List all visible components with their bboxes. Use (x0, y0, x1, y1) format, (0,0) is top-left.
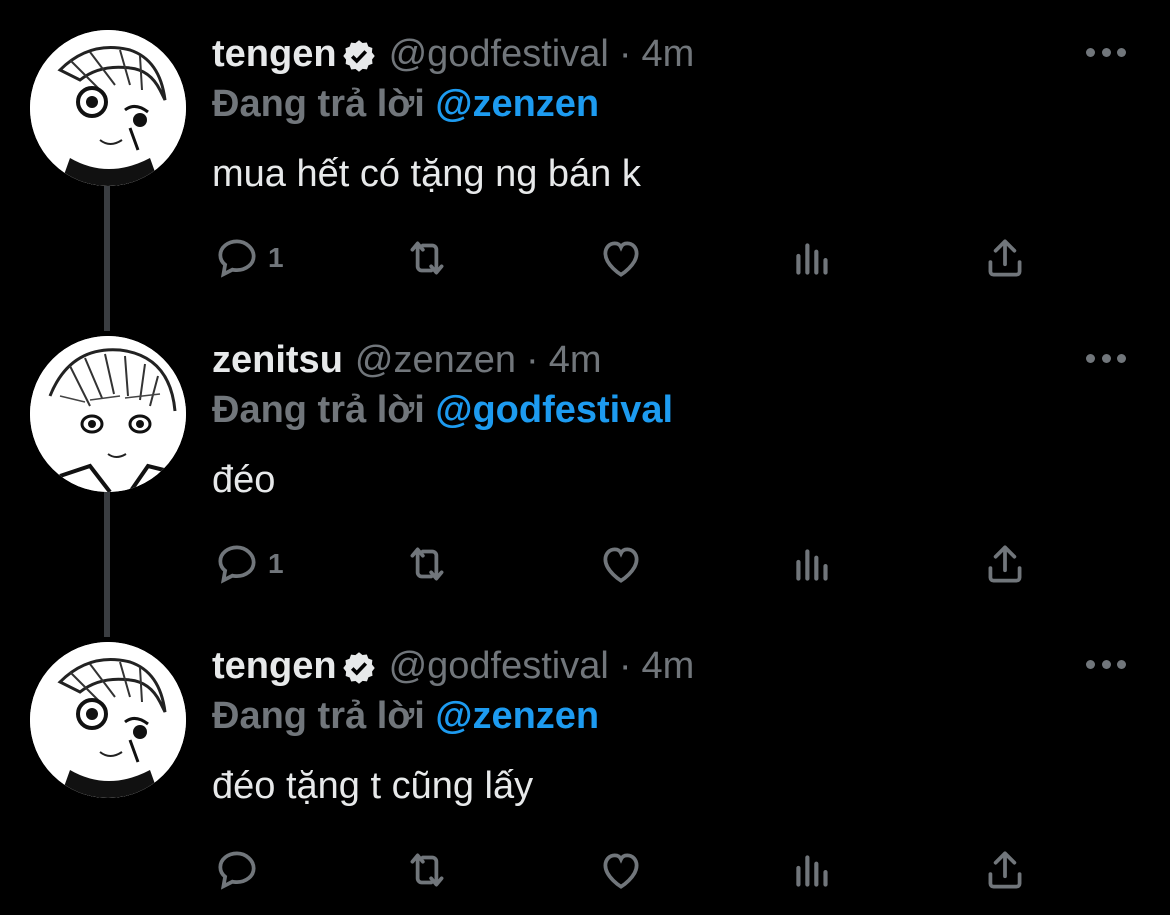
share-upload-icon (988, 239, 1022, 277)
avatar-column (30, 642, 186, 798)
tweet-text: mua hết có tặng ng bán k (212, 153, 641, 195)
heart-icon (603, 547, 639, 583)
avatar-column (30, 30, 186, 186)
reply-count: 1 (268, 242, 284, 273)
retweet-arrows-icon (410, 853, 444, 887)
tweet[interactable]: tengen @godfestival · 4m Đang trả lời @z… (0, 0, 1170, 331)
handle[interactable]: @godfestival (389, 28, 609, 80)
comment-bubble-icon (218, 545, 256, 584)
tweet-header: tengen @godfestival · 4m (212, 640, 1140, 692)
more-options-icon[interactable] (1086, 42, 1126, 62)
avatar-column (30, 336, 186, 492)
replying-prefix: Đang trả lời (212, 389, 425, 431)
retweet-button[interactable] (402, 534, 452, 594)
verified-badge-icon (341, 648, 377, 684)
views-button[interactable] (788, 840, 838, 900)
separator-dot: · (618, 645, 632, 687)
heart-icon (603, 853, 639, 889)
timestamp[interactable]: 4m (641, 28, 694, 80)
replying-prefix: Đang trả lời (212, 695, 425, 737)
replying-prefix: Đang trả lời (212, 83, 425, 125)
tweet-content: tengen @godfestival · 4m Đang trả lời @z… (212, 28, 1140, 200)
action-bar: 1 (212, 534, 1042, 594)
share-button[interactable] (980, 840, 1030, 900)
timestamp[interactable]: 4m (641, 640, 694, 692)
reply-button[interactable]: 1 (212, 228, 284, 288)
like-button[interactable] (596, 534, 646, 594)
bar-chart-icon (796, 549, 828, 581)
comment-bubble-icon (218, 239, 256, 278)
replying-to: Đang trả lời @godfestival (212, 386, 1140, 434)
tweet[interactable]: zenitsu @zenzen · 4m Đang trả lời @godfe… (0, 306, 1170, 637)
share-upload-icon (988, 545, 1022, 583)
reply-thread: tengen @godfestival · 4m Đang trả lời @z… (0, 0, 1170, 915)
reply-button[interactable] (212, 840, 268, 900)
views-button[interactable] (788, 228, 838, 288)
comment-bubble-icon (218, 851, 256, 890)
display-name[interactable]: tengen (212, 28, 337, 80)
tweet-header: zenitsu @zenzen · 4m (212, 334, 1140, 386)
share-upload-icon (988, 851, 1022, 889)
tweet-content: tengen @godfestival · 4m Đang trả lời @z… (212, 640, 1140, 812)
reply-button[interactable]: 1 (212, 534, 284, 594)
separator-dot: · (526, 339, 539, 381)
tweet-header: tengen @godfestival · 4m (212, 28, 1140, 80)
replying-to: Đang trả lời @zenzen (212, 80, 1140, 128)
display-name[interactable]: zenitsu (212, 334, 343, 386)
replying-to: Đang trả lời @zenzen (212, 692, 1140, 740)
share-button[interactable] (980, 534, 1030, 594)
more-options-icon[interactable] (1086, 348, 1126, 368)
handle[interactable]: @godfestival (389, 640, 609, 692)
avatar-tengen[interactable] (30, 642, 186, 798)
tweet[interactable]: tengen @godfestival · 4m Đang trả lời @z… (0, 612, 1170, 915)
separator-dot: · (618, 33, 632, 75)
retweet-button[interactable] (402, 840, 452, 900)
replying-mention-link[interactable]: @godfestival (435, 389, 673, 431)
share-button[interactable] (980, 228, 1030, 288)
replying-mention-link[interactable]: @zenzen (435, 695, 599, 737)
like-button[interactable] (596, 840, 646, 900)
bar-chart-icon (796, 243, 828, 275)
retweet-arrows-icon (410, 547, 444, 581)
action-bar: 1 (212, 228, 1042, 288)
action-bar (212, 840, 1042, 900)
timestamp[interactable]: 4m (549, 334, 602, 386)
tweet-content: zenitsu @zenzen · 4m Đang trả lời @godfe… (212, 334, 1140, 506)
retweet-arrows-icon (410, 241, 444, 275)
reply-count: 1 (268, 548, 284, 579)
like-button[interactable] (596, 228, 646, 288)
verified-badge-icon (341, 36, 377, 72)
more-options-icon[interactable] (1086, 654, 1126, 674)
heart-icon (603, 241, 639, 277)
avatar-zenitsu[interactable] (30, 336, 186, 492)
tweet-text: đéo tặng t cũng lấy (212, 765, 534, 807)
bar-chart-icon (796, 855, 828, 887)
avatar-tengen[interactable] (30, 30, 186, 186)
tweet-text: đéo (212, 459, 276, 501)
views-button[interactable] (788, 534, 838, 594)
retweet-button[interactable] (402, 228, 452, 288)
display-name[interactable]: tengen (212, 640, 337, 692)
handle[interactable]: @zenzen (355, 334, 516, 386)
replying-mention-link[interactable]: @zenzen (435, 83, 599, 125)
